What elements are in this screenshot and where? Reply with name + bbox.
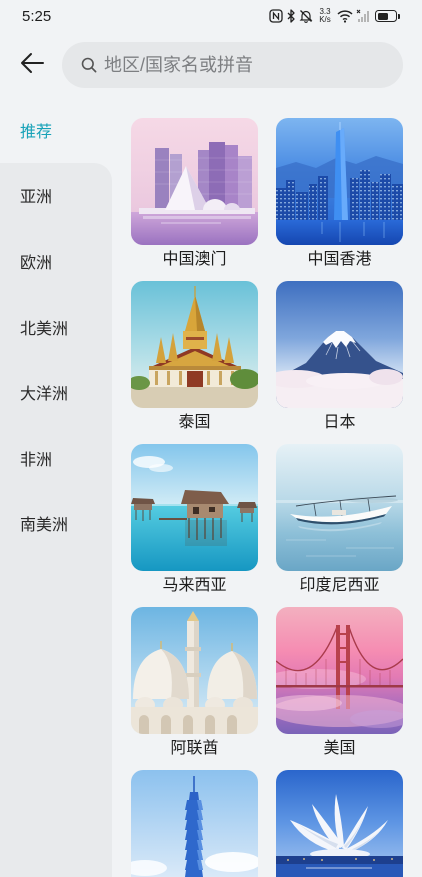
sidebar-item-label: 南美洲 xyxy=(20,517,69,535)
outrigger-boat-photo xyxy=(276,444,403,571)
thai-temple-photo xyxy=(131,281,258,408)
status-time: 5:25 xyxy=(22,8,52,25)
destination-label: 美国 xyxy=(323,740,356,757)
destination-label: 中国澳门 xyxy=(162,251,227,268)
bell-mute-icon xyxy=(299,9,313,23)
hong-kong-skyline-photo xyxy=(276,118,403,245)
destination-card-japan[interactable]: 日本 xyxy=(276,281,403,444)
sidebar-item-label: 北美洲 xyxy=(20,320,69,338)
destination-label: 泰国 xyxy=(178,414,211,431)
destination-label: 印度尼西亚 xyxy=(299,577,380,594)
region-sidebar: 推荐 亚洲 欧洲 北美洲 大洋洲 非洲 南美洲 xyxy=(0,97,112,556)
destination-card-singapore[interactable] xyxy=(276,770,403,877)
battery-icon xyxy=(375,10,400,22)
sidebar-item-label: 大洋洲 xyxy=(20,386,69,404)
back-button[interactable] xyxy=(18,52,46,79)
grand-mosque-photo xyxy=(131,607,258,734)
destination-card-indonesia[interactable]: 印度尼西亚 xyxy=(276,444,403,607)
golden-gate-bridge-photo xyxy=(276,607,403,734)
destination-card-taipei[interactable] xyxy=(131,770,258,877)
back-arrow-icon xyxy=(19,52,45,79)
network-speed-unit: K/s xyxy=(319,15,331,24)
destination-label: 日本 xyxy=(323,414,356,431)
status-icons: 3.3 K/s xyxy=(269,5,400,27)
destination-card-uae[interactable]: 阿联酋 xyxy=(131,607,258,770)
nfc-icon xyxy=(269,9,283,23)
network-speed: 3.3 K/s xyxy=(316,8,334,24)
signal-no-sim-icon xyxy=(356,9,370,23)
battery-body xyxy=(375,10,397,22)
destination-card-malaysia[interactable]: 马来西亚 xyxy=(131,444,258,607)
bluetooth-icon xyxy=(286,9,296,23)
sidebar-item-oceania[interactable]: 大洋洲 xyxy=(0,359,112,425)
artscience-museum-photo xyxy=(276,770,403,877)
search-input[interactable] xyxy=(104,42,384,88)
stilt-house-sea-photo xyxy=(131,444,258,571)
sidebar-item-label: 推荐 xyxy=(20,123,53,141)
destination-card-thailand[interactable]: 泰国 xyxy=(131,281,258,444)
destination-label: 中国香港 xyxy=(307,251,372,268)
destination-label: 阿联酋 xyxy=(170,740,219,757)
search-icon xyxy=(81,57,97,78)
sidebar-item-asia[interactable]: 亚洲 xyxy=(0,163,112,229)
macau-skyline-photo xyxy=(131,118,258,245)
sidebar-item-south-america[interactable]: 南美洲 xyxy=(0,491,112,557)
destination-grid: 中国澳门 中国香港 泰国 日本 马来西亚 印度尼西亚 阿联酋 美国 xyxy=(131,118,403,877)
destination-card-macau[interactable]: 中国澳门 xyxy=(131,118,258,281)
destination-label: 马来西亚 xyxy=(162,577,227,594)
destination-card-hong-kong[interactable]: 中国香港 xyxy=(276,118,403,281)
sidebar-item-europe[interactable]: 欧洲 xyxy=(0,228,112,294)
wifi-icon xyxy=(337,9,353,23)
mount-fuji-photo xyxy=(276,281,403,408)
search-bar[interactable] xyxy=(62,42,403,88)
battery-level-fill xyxy=(377,12,389,20)
sidebar-item-recommended[interactable]: 推荐 xyxy=(0,97,112,163)
sidebar-item-africa[interactable]: 非洲 xyxy=(0,425,112,491)
destination-card-usa[interactable]: 美国 xyxy=(276,607,403,770)
taipei-101-photo xyxy=(131,770,258,877)
sidebar-item-north-america[interactable]: 北美洲 xyxy=(0,294,112,360)
sidebar-item-label: 非洲 xyxy=(20,451,53,469)
sidebar-item-label: 亚洲 xyxy=(20,189,53,207)
battery-cap xyxy=(398,13,400,19)
sidebar-item-label: 欧洲 xyxy=(20,254,53,272)
